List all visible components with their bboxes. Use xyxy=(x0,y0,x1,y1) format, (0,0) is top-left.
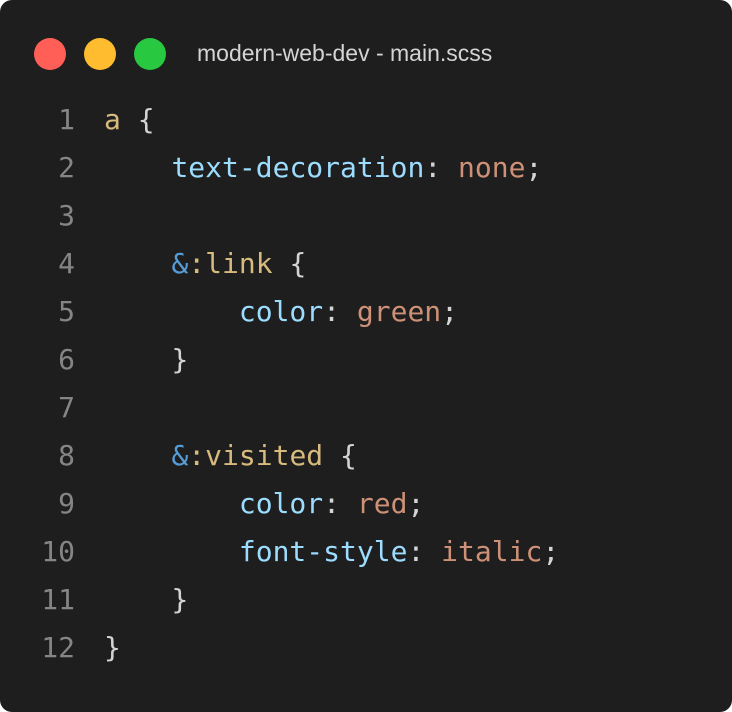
token-punctuation: : xyxy=(323,487,357,520)
line-content: text-decoration: none; xyxy=(104,144,542,192)
code-line: 2 text-decoration: none; xyxy=(0,144,732,192)
line-number: 2 xyxy=(58,151,75,184)
window-title: modern-web-dev - main.scss xyxy=(197,40,493,66)
token-nesting: & xyxy=(171,247,189,280)
token-nesting: & xyxy=(171,439,189,472)
line-number: 3 xyxy=(58,199,75,232)
token-punctuation: ; xyxy=(525,151,543,184)
line-number: 4 xyxy=(58,247,75,280)
token-punctuation: : xyxy=(407,535,442,568)
token-selector: a xyxy=(104,103,121,136)
code-editor: 1a {2 text-decoration: none; 3 4 &:link {5… xyxy=(0,96,732,672)
token-value: green xyxy=(356,295,442,328)
line-number: 7 xyxy=(58,391,75,424)
line-number: 9 xyxy=(58,487,75,520)
token-selector: :link xyxy=(188,247,273,280)
code-line: 1a { xyxy=(0,96,732,144)
token-punctuation: ; xyxy=(441,295,459,328)
code-line: 11 } xyxy=(0,576,732,624)
line-content: a { xyxy=(104,96,155,144)
code-line: 6 } xyxy=(0,336,732,384)
line-content: } xyxy=(104,624,121,672)
code-line: 4 &:link { xyxy=(0,240,732,288)
line-number: 1 xyxy=(58,103,75,136)
line-number: 12 xyxy=(41,631,75,664)
token-punctuation: { xyxy=(323,439,357,472)
token-property: font-style xyxy=(238,535,408,568)
code-line: 12} xyxy=(0,624,732,672)
line-content: } xyxy=(104,336,188,384)
code-line: 3 xyxy=(0,192,732,240)
token-punctuation: { xyxy=(120,103,155,136)
maximize-window-button[interactable] xyxy=(134,38,166,70)
token-value: none xyxy=(458,151,526,184)
line-number: 6 xyxy=(58,343,75,376)
code-line: 8 &:visited { xyxy=(0,432,732,480)
token-punctuation: } xyxy=(171,583,189,616)
token-value: red xyxy=(356,487,408,520)
line-number: 10 xyxy=(41,535,75,568)
line-content: &:link { xyxy=(104,240,306,288)
token-punctuation: ; xyxy=(542,535,560,568)
token-punctuation: : xyxy=(323,295,357,328)
token-selector: :visited xyxy=(188,439,324,472)
token-property: text-decoration xyxy=(171,151,425,184)
title-bar: modern-web-dev - main.scss xyxy=(0,0,732,104)
line-content: color: green; xyxy=(104,288,458,336)
line-number: 5 xyxy=(58,295,75,328)
line-number: 8 xyxy=(58,439,75,472)
code-window: modern-web-dev - main.scss 1a {2 text-de… xyxy=(0,0,732,712)
line-content: } xyxy=(104,576,188,624)
line-content: &:visited { xyxy=(104,432,357,480)
token-punctuation: : xyxy=(424,151,459,184)
close-window-button[interactable] xyxy=(34,38,66,70)
minimize-window-button[interactable] xyxy=(84,38,116,70)
token-punctuation: } xyxy=(171,343,189,376)
line-content: font-style: italic; xyxy=(104,528,559,576)
code-line: 5 color: green; xyxy=(0,288,732,336)
token-punctuation: ; xyxy=(407,487,425,520)
token-punctuation: } xyxy=(104,631,121,664)
line-content: color: red; xyxy=(104,480,424,528)
token-punctuation: { xyxy=(272,247,307,280)
line-number: 11 xyxy=(41,583,75,616)
token-value: italic xyxy=(441,535,543,568)
code-line: 10 font-style: italic; xyxy=(0,528,732,576)
token-property: color xyxy=(238,295,324,328)
code-line: 7 xyxy=(0,384,732,432)
token-property: color xyxy=(238,487,324,520)
code-line: 9 color: red; xyxy=(0,480,732,528)
